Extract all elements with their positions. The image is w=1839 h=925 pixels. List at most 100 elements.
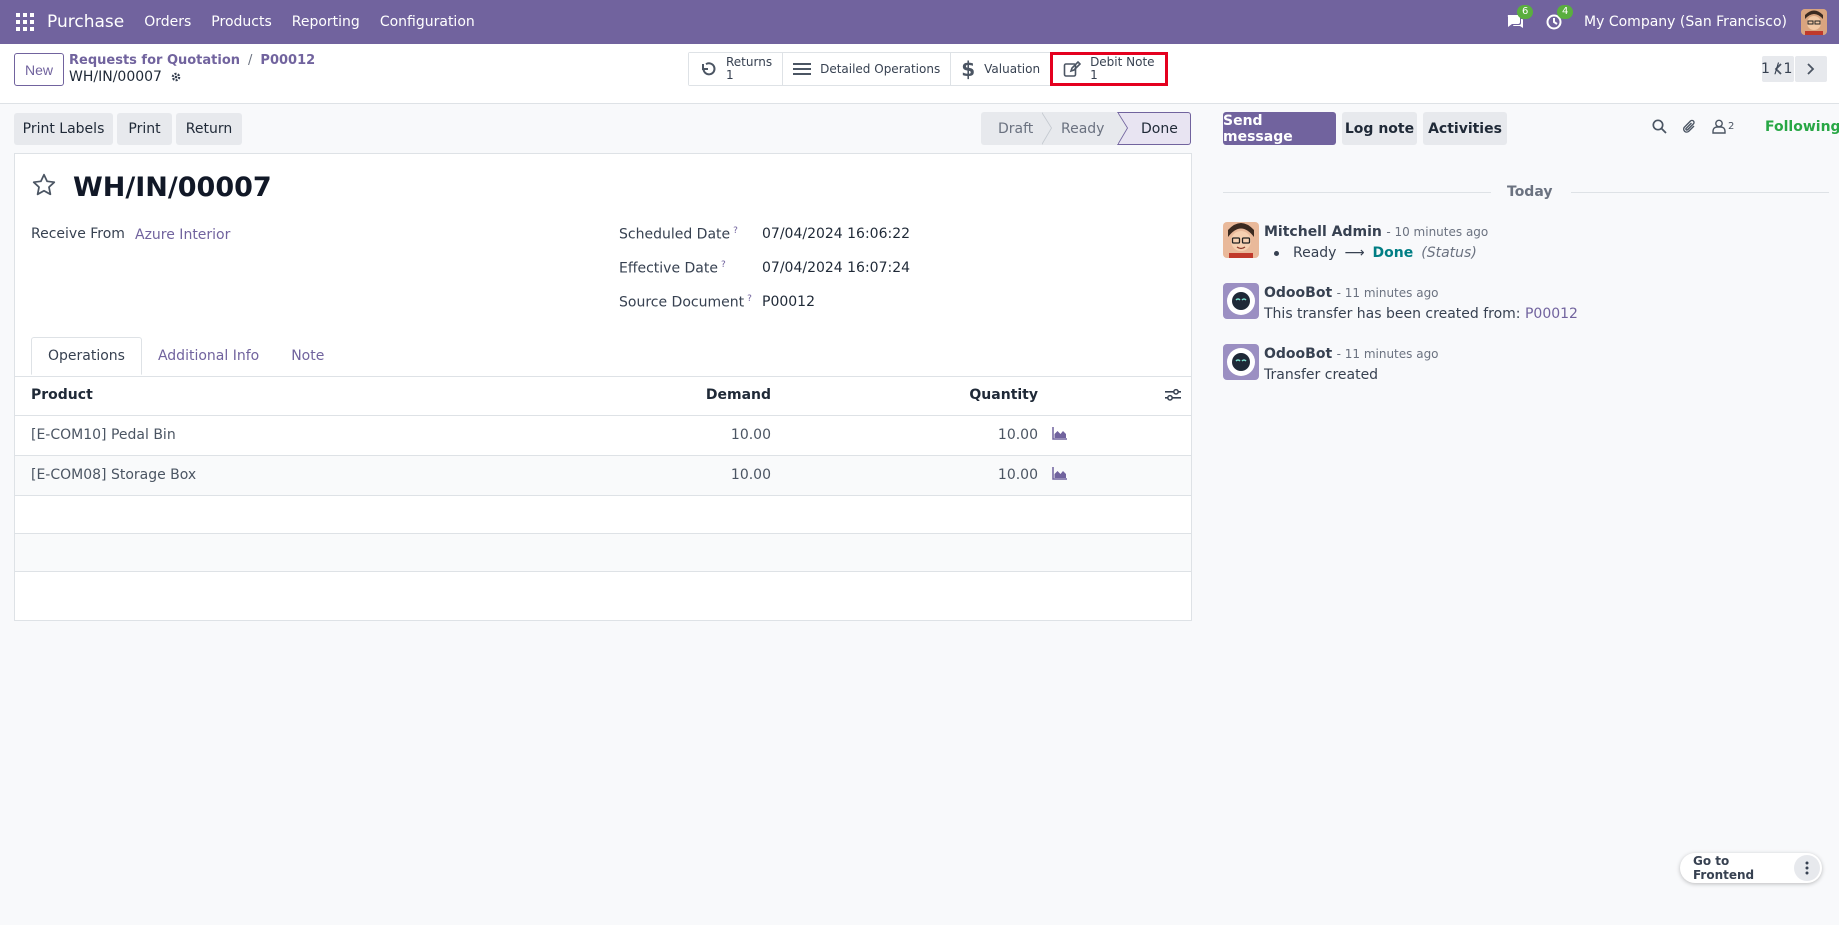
edit-icon (1063, 60, 1082, 77)
product-cell[interactable]: [E-COM10] Pedal Bin (15, 415, 515, 456)
author-avatar[interactable] (1223, 344, 1259, 380)
product-cell[interactable]: [E-COM08] Storage Box (15, 455, 515, 496)
activities-count-badge: 4 (1557, 5, 1574, 19)
receive-from-value[interactable]: Azure Interior (135, 227, 230, 243)
notebook-tabs: Operations Additional Info Note (31, 337, 340, 375)
log-note-button[interactable]: Log note (1342, 112, 1417, 145)
valuation-label: Valuation (984, 62, 1041, 76)
column-demand[interactable]: Demand (515, 376, 771, 416)
attachments-button[interactable] (1682, 119, 1697, 135)
breadcrumb-separator: / (248, 53, 253, 68)
go-to-frontend-button[interactable]: Go to Frontend (1680, 854, 1794, 882)
column-product[interactable]: Product (15, 376, 515, 416)
tab-note[interactable]: Note (275, 337, 340, 375)
message-link[interactable]: P00012 (1525, 306, 1578, 322)
search-messages-button[interactable] (1652, 119, 1667, 134)
followers-button[interactable]: 2 (1712, 119, 1734, 134)
more-options-icon[interactable] (1794, 855, 1820, 881)
table-row[interactable]: [E-COM10] Pedal Bin 10.00 10.00 (15, 415, 1191, 456)
quantity-cell[interactable]: 10.00 (771, 415, 1038, 456)
source-document-value[interactable]: P00012 (762, 294, 815, 310)
new-button[interactable]: New (14, 53, 65, 86)
user-avatar[interactable] (1801, 9, 1827, 35)
arrow-icon: ⟶ (1344, 245, 1365, 261)
breadcrumb-po-link[interactable]: P00012 (260, 53, 315, 68)
pager-value[interactable]: 1 / 1 (1761, 61, 1792, 77)
message-time: - 11 minutes ago (1336, 347, 1439, 361)
undo-icon (702, 62, 716, 76)
message-time: - 11 minutes ago (1336, 286, 1439, 300)
message-author[interactable]: OdooBot (1264, 346, 1332, 362)
debit-note-label: Debit Note (1090, 55, 1155, 69)
date-separator: Today (1507, 184, 1553, 200)
status-ready-label: Ready (1061, 120, 1105, 137)
record-title: WH/IN/00007 (73, 172, 272, 203)
breadcrumb-rfq-link[interactable]: Requests for Quotation (69, 53, 240, 68)
message-text: This transfer has been created from: (1264, 306, 1525, 322)
scheduled-date-value[interactable]: 07/04/2024 16:06:22 (762, 226, 910, 242)
scheduled-date-label: Scheduled Date? (619, 226, 738, 243)
message-author[interactable]: Mitchell Admin (1264, 224, 1382, 240)
valuation-smart-button[interactable]: $ Valuation (951, 53, 1052, 85)
menu-orders[interactable]: Orders (144, 14, 191, 30)
demand-cell[interactable]: 10.00 (515, 455, 771, 496)
receive-from-label: Receive From (31, 226, 125, 242)
status-ready[interactable]: Ready (1041, 112, 1128, 145)
top-navbar: Purchase Orders Products Reporting Confi… (0, 0, 1839, 44)
menu-reporting[interactable]: Reporting (292, 14, 360, 30)
dollar-icon: $ (961, 57, 976, 81)
status-done-label: Done (1141, 120, 1178, 137)
author-avatar[interactable] (1223, 283, 1259, 319)
message-time: - 10 minutes ago (1386, 225, 1489, 239)
activities-systray[interactable]: 4 (1546, 5, 1574, 30)
optional-columns-icon[interactable] (1165, 388, 1181, 402)
status-draft-label: Draft (998, 120, 1034, 137)
breadcrumb-current: WH/IN/00007 (69, 69, 162, 85)
activities-button[interactable]: Activities (1423, 112, 1507, 145)
status-done[interactable]: Done (1117, 112, 1191, 145)
pager-next-button[interactable] (1795, 56, 1827, 82)
forecast-chart-icon[interactable] (1052, 426, 1068, 440)
tab-additional-info[interactable]: Additional Info (142, 337, 275, 375)
operations-table: Product Demand Quantity [E-COM10] Pedal … (15, 376, 1191, 572)
return-button[interactable]: Return (176, 113, 242, 145)
returns-smart-button[interactable]: Returns 1 (689, 53, 784, 85)
following-toggle[interactable]: Following (1765, 119, 1839, 135)
chevron-right-icon (1807, 63, 1815, 75)
table-row[interactable]: [E-COM08] Storage Box 10.00 10.00 (15, 455, 1191, 496)
quantity-cell[interactable]: 10.00 (771, 455, 1038, 496)
effective-date-value: 07/04/2024 16:07:24 (762, 260, 911, 276)
company-switcher[interactable]: My Company (San Francisco) (1584, 14, 1787, 30)
tab-operations[interactable]: Operations (31, 337, 142, 375)
effective-date-label: Effective Date? (619, 260, 726, 277)
author-avatar[interactable] (1223, 222, 1259, 258)
send-message-button[interactable]: Send message (1223, 112, 1336, 145)
breadcrumb: Requests for Quotation / P00012 WH/IN/00… (69, 53, 315, 85)
date-divider-right (1571, 192, 1829, 193)
print-labels-button[interactable]: Print Labels (14, 113, 113, 145)
help-tooltip-icon[interactable]: ? (747, 294, 752, 304)
print-button[interactable]: Print (117, 113, 172, 145)
tracking-value: Ready ⟶ Done (Status) (1274, 243, 1488, 264)
column-quantity[interactable]: Quantity (771, 376, 1038, 416)
paperclip-icon (1683, 119, 1695, 133)
help-tooltip-icon[interactable]: ? (733, 226, 738, 236)
star-icon[interactable] (31, 172, 57, 198)
detailed-operations-smart-button[interactable]: Detailed Operations (783, 53, 952, 85)
new-value: Done (1372, 245, 1414, 261)
message-author[interactable]: OdooBot (1264, 285, 1332, 301)
source-document-label: Source Document? (619, 294, 752, 311)
source-document-text: Source Document (619, 294, 745, 311)
forecast-chart-icon[interactable] (1052, 466, 1068, 480)
menu-products[interactable]: Products (211, 14, 271, 30)
messages-systray[interactable]: 6 (1506, 5, 1534, 30)
control-panel: New Requests for Quotation / P00012 WH/I… (0, 44, 1839, 104)
help-tooltip-icon[interactable]: ? (721, 260, 726, 270)
debit-note-smart-button[interactable]: Debit Note 1 (1050, 52, 1168, 86)
menu-configuration[interactable]: Configuration (380, 14, 475, 30)
demand-cell[interactable]: 10.00 (515, 415, 771, 456)
app-brand[interactable]: Purchase (47, 12, 124, 32)
gear-icon[interactable] (170, 71, 182, 83)
status-draft[interactable]: Draft (981, 112, 1052, 145)
apps-menu-icon[interactable] (15, 12, 35, 32)
